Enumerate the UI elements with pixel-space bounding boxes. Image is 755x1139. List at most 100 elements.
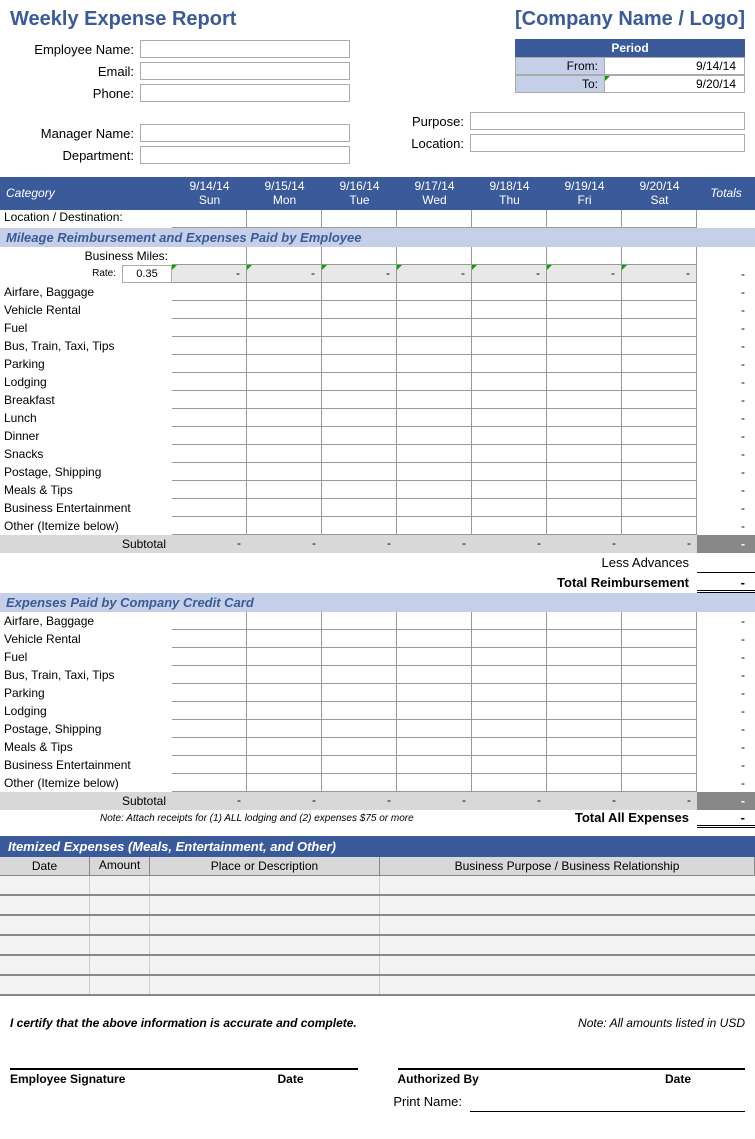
cell[interactable] [397,756,472,774]
cell[interactable] [397,409,472,427]
cell[interactable] [547,337,622,355]
cell[interactable] [472,774,547,792]
cell[interactable] [397,210,472,228]
cell[interactable] [247,391,322,409]
cell[interactable] [472,301,547,319]
cell[interactable] [622,666,697,684]
cell[interactable] [397,499,472,517]
cell[interactable] [622,283,697,301]
cell[interactable] [247,319,322,337]
cell[interactable] [247,738,322,756]
cell[interactable] [247,720,322,738]
cell[interactable] [622,355,697,373]
cell[interactable] [172,391,247,409]
cell[interactable] [322,210,397,228]
cell[interactable] [397,391,472,409]
location-input[interactable] [470,134,745,152]
cell[interactable] [247,373,322,391]
cell[interactable] [172,319,247,337]
cell[interactable] [172,373,247,391]
cell[interactable] [172,481,247,499]
cell[interactable] [622,409,697,427]
cell[interactable] [322,612,397,630]
employee-name-input[interactable] [140,40,350,58]
cell[interactable] [322,355,397,373]
cell[interactable] [547,702,622,720]
cell[interactable] [172,517,247,535]
cell[interactable] [322,481,397,499]
cell[interactable] [547,210,622,228]
cell[interactable] [247,702,322,720]
cell[interactable] [397,517,472,535]
cell[interactable] [172,283,247,301]
cell[interactable] [472,630,547,648]
cell[interactable] [397,648,472,666]
cell[interactable] [472,499,547,517]
cell[interactable] [322,648,397,666]
cell[interactable] [397,301,472,319]
cell[interactable] [397,355,472,373]
cell[interactable] [172,702,247,720]
manager-name-input[interactable] [140,124,350,142]
cell[interactable] [172,756,247,774]
cell[interactable] [172,337,247,355]
cell[interactable] [622,517,697,535]
cell[interactable] [172,427,247,445]
cell[interactable] [397,666,472,684]
cell[interactable] [472,756,547,774]
cell[interactable] [247,756,322,774]
cell[interactable] [547,409,622,427]
cell[interactable] [472,738,547,756]
cell[interactable] [622,702,697,720]
cell[interactable] [397,774,472,792]
cell[interactable] [397,427,472,445]
cell[interactable] [397,702,472,720]
cell[interactable] [172,648,247,666]
cell[interactable] [472,463,547,481]
cell[interactable] [547,427,622,445]
cell[interactable] [247,774,322,792]
cell[interactable] [247,684,322,702]
cell[interactable] [397,684,472,702]
cell[interactable] [322,463,397,481]
cell[interactable] [472,702,547,720]
cell[interactable] [397,738,472,756]
cell[interactable] [547,463,622,481]
cell[interactable] [247,427,322,445]
period-to-value[interactable]: 9/20/14 [605,75,745,93]
cell[interactable] [322,738,397,756]
cell[interactable] [547,355,622,373]
cell[interactable] [322,445,397,463]
cell[interactable] [322,756,397,774]
print-name-input[interactable] [470,1094,745,1112]
cell[interactable] [247,283,322,301]
cell[interactable] [622,774,697,792]
cell[interactable] [172,301,247,319]
cell[interactable] [472,337,547,355]
cell[interactable] [397,720,472,738]
cell[interactable] [172,684,247,702]
purpose-input[interactable] [470,112,745,130]
cell[interactable] [322,702,397,720]
cell[interactable] [322,630,397,648]
cell[interactable] [247,210,322,228]
period-from-value[interactable]: 9/14/14 [605,57,745,75]
cell[interactable] [622,373,697,391]
cell[interactable] [247,630,322,648]
cell[interactable] [547,445,622,463]
cell[interactable] [472,517,547,535]
cell[interactable] [247,409,322,427]
cell[interactable] [472,391,547,409]
cell[interactable] [397,630,472,648]
cell[interactable] [472,409,547,427]
cell[interactable] [322,247,397,265]
cell[interactable] [247,481,322,499]
cell[interactable] [247,337,322,355]
cell[interactable] [622,499,697,517]
cell[interactable] [472,247,547,265]
cell[interactable] [622,301,697,319]
cell[interactable] [322,666,397,684]
cell[interactable] [322,774,397,792]
cell[interactable] [472,648,547,666]
cell[interactable] [622,319,697,337]
